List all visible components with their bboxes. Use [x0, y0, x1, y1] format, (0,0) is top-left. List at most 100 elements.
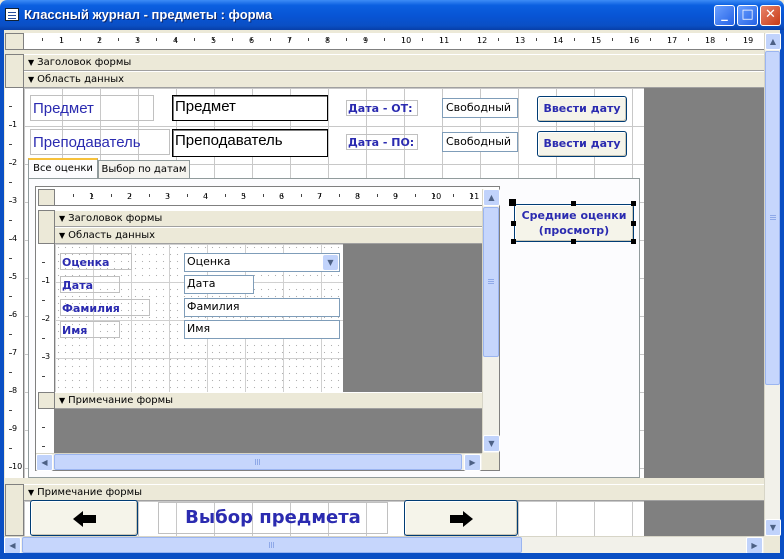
scroll-up-icon[interactable]: ▲ [483, 189, 500, 206]
detail-label: Область данных [37, 74, 125, 85]
scroll-left-icon[interactable]: ◀ [36, 454, 53, 471]
next-subject-button[interactable] [404, 500, 518, 536]
selection-handle[interactable] [631, 201, 636, 206]
ruler-tick-label: 3 [45, 352, 51, 361]
ruler-tick-label: 6 [279, 192, 285, 201]
subform-horizontal-ruler[interactable]: 1 2 3 4 5 6 7 8 9 10 11 [55, 189, 482, 206]
ruler-tick-label: 19 [743, 36, 754, 45]
last-name-field[interactable]: Фамилия [184, 298, 340, 317]
scroll-down-icon[interactable]: ▼ [765, 519, 781, 536]
form-footer-bar[interactable]: ▼ Примечание формы [24, 484, 764, 501]
ruler-tick-label: 3 [12, 196, 18, 205]
subform-control[interactable]: 1 2 3 4 5 6 7 8 9 10 11 ▼ Заголовок формы ▼ Область … [35, 186, 500, 471]
arrow-right-icon [449, 511, 473, 527]
arrow-left-icon [73, 511, 97, 527]
vertical-scrollbar[interactable]: ▲ ▼ [764, 33, 781, 536]
size-grip[interactable] [764, 536, 780, 553]
subform-detail-bar[interactable]: ▼ Область данных [55, 227, 482, 244]
subform-footer-selector[interactable] [38, 392, 55, 409]
enter-date-from-button[interactable]: Ввести дату [537, 96, 627, 122]
selection-handle[interactable] [511, 239, 516, 244]
window-border-left [0, 30, 4, 559]
section-arrow-icon: ▼ [28, 58, 35, 67]
vertical-ruler[interactable]: 1 2 3 4 5 6 7 8 9 10 [5, 88, 24, 478]
average-grades-button[interactable]: Средние оценки (просмотр) [514, 204, 634, 242]
previous-subject-button[interactable] [30, 500, 138, 536]
ruler-tick-label: 1 [45, 276, 51, 285]
scroll-right-icon[interactable]: ▶ [464, 454, 481, 471]
section-selector-header[interactable] [5, 54, 24, 88]
teacher-label: Преподаватель [30, 129, 170, 155]
date-to-field[interactable]: Свободный [442, 132, 518, 152]
horizontal-scrollbar[interactable]: ◀ ▶ [4, 536, 764, 554]
subform-empty-area [343, 244, 482, 392]
ruler-tick-label: 3 [135, 36, 141, 45]
ruler-tick-label: 15 [591, 36, 602, 45]
subform-vertical-scrollbar[interactable]: ▲ ▼ [482, 189, 500, 453]
date-from-field[interactable]: Свободный [442, 98, 518, 118]
ruler-tick-label: 4 [12, 234, 18, 243]
scroll-down-icon[interactable]: ▼ [483, 435, 500, 452]
tab-all-grades[interactable]: Все оценки [28, 158, 98, 179]
tab-select-by-dates[interactable]: Выбор по датам [98, 160, 190, 179]
subform-footer-bar[interactable]: ▼ Примечание формы [55, 392, 482, 409]
ruler-tick-label: 2 [45, 314, 51, 323]
grade-combo[interactable]: Оценка ▼ [184, 253, 340, 272]
ruler-tick-label: 5 [12, 272, 18, 281]
window-border-bottom [0, 553, 784, 559]
ruler-tick-label: 8 [12, 386, 18, 395]
section-selector-footer[interactable] [5, 484, 24, 536]
enter-date-to-button[interactable]: Ввести дату [537, 131, 627, 157]
first-name-field[interactable]: Имя [184, 320, 340, 339]
subform-section-selector[interactable] [38, 210, 55, 244]
form-selector[interactable] [5, 33, 24, 50]
selection-handle[interactable] [631, 239, 636, 244]
ruler-tick-label: 16 [629, 36, 640, 45]
date-field[interactable]: Дата [184, 275, 254, 294]
selection-handle[interactable] [571, 201, 576, 206]
ruler-tick-label: 3 [165, 192, 171, 201]
tab-strip: Все оценки Выбор по датам [28, 158, 640, 179]
subform-footer-ruler [38, 409, 55, 453]
scroll-left-icon[interactable]: ◀ [4, 537, 21, 554]
subform-header-bar[interactable]: ▼ Заголовок формы [55, 210, 482, 227]
selection-handle[interactable] [511, 221, 516, 226]
horizontal-ruler[interactable]: 1 2 3 4 5 6 7 8 9 10 11 12 13 14 15 16 17 18 19 [24, 33, 764, 50]
ruler-tick-label: 5 [211, 36, 217, 45]
scroll-right-icon[interactable]: ▶ [746, 537, 763, 554]
minimize-button[interactable]: _ [714, 5, 735, 26]
subform-horizontal-scrollbar[interactable]: ◀ ▶ [36, 453, 482, 471]
form-footer-label: Примечание формы [37, 487, 143, 498]
chevron-down-icon[interactable]: ▼ [323, 255, 338, 270]
maximize-button[interactable]: □ [737, 5, 758, 26]
ruler-tick-label: 6 [12, 310, 18, 319]
scroll-thumb[interactable] [22, 537, 522, 553]
scroll-thumb[interactable] [483, 207, 499, 357]
ruler-tick-label: 18 [705, 36, 716, 45]
section-arrow-icon: ▼ [59, 214, 66, 223]
subform-vertical-ruler[interactable]: 1 2 3 [38, 244, 55, 392]
footer-title: Выбор предмета [158, 502, 388, 534]
ruler-tick-label: 4 [173, 36, 179, 45]
ruler-tick-label: 9 [393, 192, 399, 201]
section-arrow-icon: ▼ [59, 231, 66, 240]
ruler-tick-label: 2 [97, 36, 103, 45]
form-header-bar[interactable]: ▼ Заголовок формы [24, 54, 764, 71]
subject-field[interactable]: Предмет [172, 95, 328, 121]
ruler-tick-label: 8 [355, 192, 361, 201]
ruler-tick-label: 6 [249, 36, 255, 45]
teacher-field[interactable]: Преподаватель [172, 129, 328, 157]
ruler-tick-label: 13 [515, 36, 526, 45]
subform-selector[interactable] [38, 189, 55, 206]
selection-handle[interactable] [509, 199, 516, 206]
selection-handle[interactable] [571, 239, 576, 244]
title-bar: Классный журнал - предметы : форма _ □ ✕ [0, 0, 784, 30]
section-arrow-icon: ▼ [28, 488, 35, 497]
detail-bar[interactable]: ▼ Область данных [24, 71, 764, 88]
close-button[interactable]: ✕ [760, 5, 781, 26]
scroll-thumb[interactable] [54, 454, 462, 470]
scroll-thumb[interactable] [765, 51, 780, 385]
scroll-up-icon[interactable]: ▲ [765, 33, 781, 50]
ruler-tick-label: 9 [363, 36, 369, 45]
selection-handle[interactable] [631, 221, 636, 226]
